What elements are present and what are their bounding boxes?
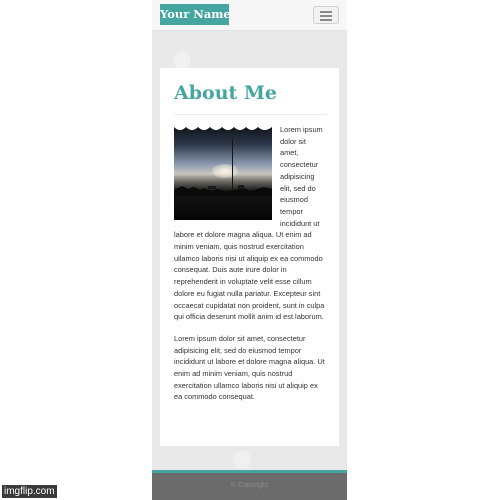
navbar: Your Name <box>152 0 347 31</box>
harbor-silhouette <box>174 185 272 196</box>
menu-bar-line <box>320 11 332 13</box>
sun-glow <box>212 164 238 178</box>
hamburger-menu-icon[interactable] <box>313 6 339 24</box>
copyright-text: © Copyright <box>230 482 269 489</box>
scalloped-edge <box>174 124 272 130</box>
title-divider <box>174 114 326 115</box>
about-paragraph: Lorem ipsum dolor sit amet, consectetur … <box>174 333 325 402</box>
page-title: About Me <box>174 82 278 104</box>
sunset-harbor-photo <box>174 124 272 220</box>
mobile-viewport: Your Name About Me Lorem ipsum dolor sit… <box>152 0 347 500</box>
about-content: Lorem ipsum dolor sit amet, consectetur … <box>174 124 326 403</box>
brand-logo[interactable]: Your Name <box>160 4 231 25</box>
menu-bar-line <box>320 15 332 17</box>
menu-bar-line <box>320 19 332 21</box>
about-card: About Me Lorem ipsum dolor sit amet, con… <box>160 68 339 446</box>
site-footer: © Copyright <box>152 470 347 500</box>
imgflip-watermark: imgflip.com <box>2 485 57 498</box>
